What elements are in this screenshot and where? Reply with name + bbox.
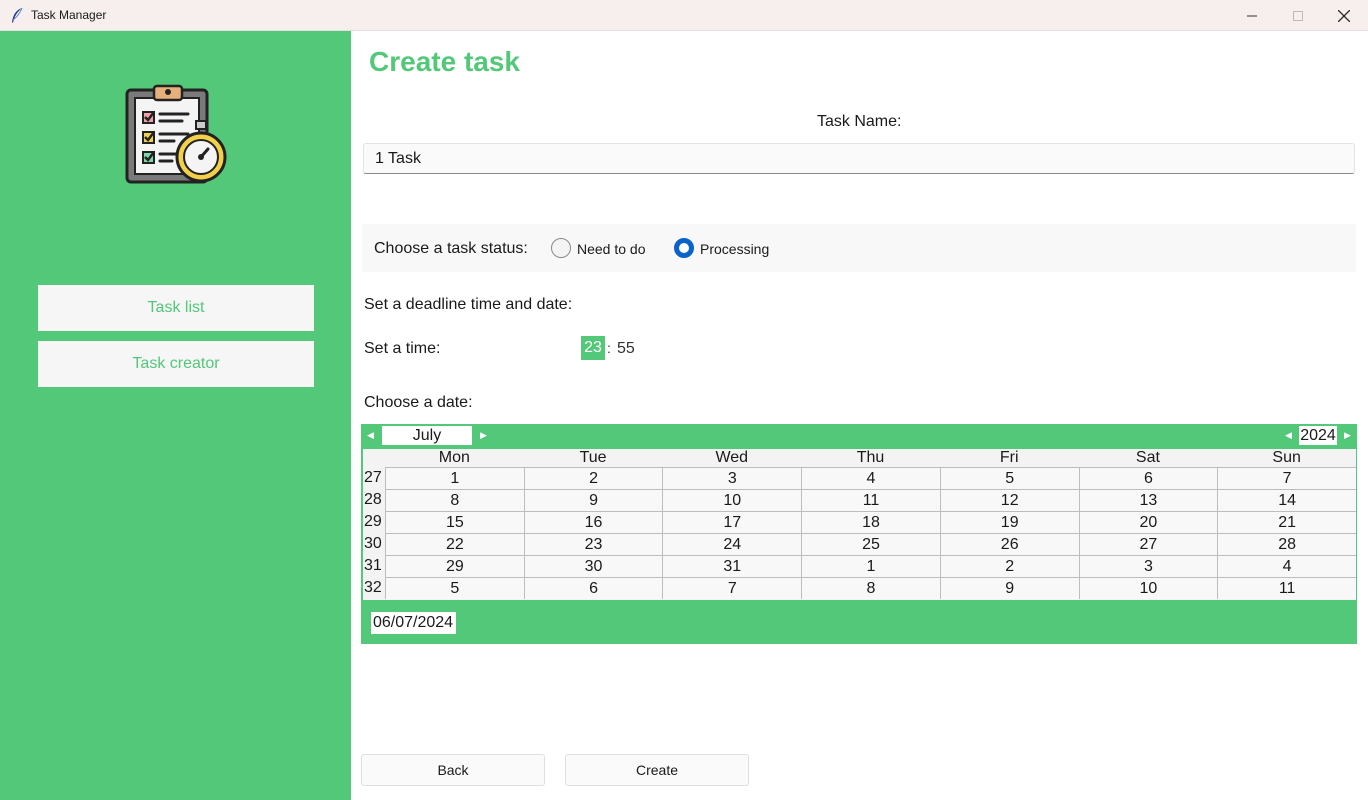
next-month-icon[interactable]: ▶ [480, 431, 487, 440]
calendar-day[interactable]: 24 [662, 533, 802, 555]
calendar-month: July [382, 426, 472, 445]
calendar-day[interactable]: 8 [801, 577, 940, 599]
calendar-day[interactable]: 23 [523, 533, 663, 555]
calendar-day[interactable]: 30 [523, 555, 663, 577]
prev-month-icon[interactable]: ◀ [367, 431, 374, 440]
sidebar-item-task-creator[interactable]: Task creator [38, 341, 314, 387]
calendar-day[interactable]: 5 [385, 577, 524, 599]
calendar-day[interactable]: 4 [1217, 555, 1356, 577]
weekday-header: Tue [523, 449, 663, 467]
calendar-day[interactable]: 5 [939, 467, 1079, 489]
radio-need-to-do[interactable] [551, 238, 571, 258]
calendar-day[interactable]: 2 [939, 555, 1079, 577]
calendar-day[interactable]: 20 [1078, 511, 1218, 533]
page-title: Create task [369, 46, 520, 77]
week-number: 27 [363, 467, 385, 489]
weekday-header: Sun [1217, 449, 1356, 467]
week-number: 28 [363, 489, 385, 511]
calendar-year: 2024 [1299, 426, 1337, 445]
weekday-header: Thu [801, 449, 940, 467]
calendar-day[interactable]: 10 [1078, 577, 1218, 599]
deadline-label: Set a deadline time and date: [364, 296, 573, 313]
title-bar: Task Manager [0, 0, 1368, 31]
calendar-day[interactable]: 8 [385, 489, 524, 511]
calendar-day[interactable]: 15 [385, 511, 524, 533]
calendar-day[interactable]: 10 [662, 489, 802, 511]
task-name-input[interactable] [363, 143, 1355, 174]
minimize-button[interactable] [1229, 0, 1275, 31]
calendar-day[interactable]: 4 [801, 467, 940, 489]
minute-spinbox[interactable]: 55 [617, 340, 635, 358]
calendar-day[interactable]: 6 [1078, 467, 1218, 489]
calendar-day[interactable]: 28 [1217, 533, 1356, 555]
clipboard-checklist-stopwatch-icon [125, 84, 227, 184]
task-name-label: Task Name: [817, 113, 902, 130]
calendar-day[interactable]: 27 [1078, 533, 1218, 555]
calendar-day[interactable]: 25 [801, 533, 940, 555]
calendar-day[interactable]: 1 [385, 467, 524, 489]
calendar-grid: Mon Tue Wed Thu Fri Sat Sun 27 1 2 3 4 5… [363, 449, 1356, 600]
calendar-day[interactable]: 7 [662, 577, 802, 599]
calendar-day[interactable]: 31 [662, 555, 802, 577]
weekday-header: Mon [385, 449, 524, 467]
calendar-day[interactable]: 7 [1217, 467, 1356, 489]
calendar-day[interactable]: 2 [523, 467, 663, 489]
radio-processing[interactable] [674, 238, 694, 258]
week-number: 32 [363, 577, 385, 599]
calendar-day[interactable]: 14 [1217, 489, 1356, 511]
prev-year-icon[interactable]: ◀ [1285, 431, 1292, 440]
radio-label-need-to-do[interactable]: Need to do [577, 241, 646, 257]
calendar-day[interactable]: 9 [939, 577, 1079, 599]
calendar-day[interactable]: 11 [1217, 577, 1356, 599]
feather-app-icon [12, 7, 23, 23]
calendar-day[interactable]: 16 [523, 511, 663, 533]
calendar-day[interactable]: 18 [801, 511, 940, 533]
maximize-icon [1293, 10, 1303, 21]
status-label: Choose a task status: [374, 240, 528, 257]
calendar-day[interactable]: 3 [1078, 555, 1218, 577]
window-title: Task Manager [31, 8, 107, 22]
calendar-day[interactable]: 12 [939, 489, 1079, 511]
calendar-day[interactable]: 6 [523, 577, 663, 599]
hour-spinbox[interactable]: 23 [581, 336, 605, 360]
week-number: 30 [363, 533, 385, 555]
calendar-day[interactable]: 19 [939, 511, 1079, 533]
minimize-icon [1247, 15, 1257, 16]
weekday-header: Fri [939, 449, 1079, 467]
time-label: Set a time: [364, 340, 441, 357]
calendar-day[interactable]: 3 [662, 467, 802, 489]
calendar-day[interactable]: 9 [523, 489, 663, 511]
next-year-icon[interactable]: ▶ [1344, 431, 1351, 440]
calendar-day[interactable]: 26 [939, 533, 1079, 555]
calendar-day[interactable]: 1 [801, 555, 940, 577]
date-label: Choose a date: [364, 394, 473, 411]
sidebar-item-task-list[interactable]: Task list [38, 285, 314, 331]
weekday-header: Wed [662, 449, 802, 467]
week-number: 29 [363, 511, 385, 533]
calendar-day[interactable]: 22 [385, 533, 524, 555]
maximize-button[interactable] [1275, 0, 1321, 31]
calendar-day[interactable]: 11 [801, 489, 940, 511]
selected-date-field[interactable]: 06/07/2024 [371, 612, 456, 634]
calendar-day[interactable]: 29 [385, 555, 524, 577]
time-separator: : [607, 340, 611, 356]
close-button[interactable] [1321, 0, 1367, 31]
week-number: 31 [363, 555, 385, 577]
close-icon [1338, 9, 1350, 22]
calendar-day[interactable]: 13 [1078, 489, 1218, 511]
calendar-day[interactable]: 21 [1217, 511, 1356, 533]
create-button[interactable]: Create [565, 754, 749, 786]
weekday-header: Sat [1078, 449, 1218, 467]
radio-label-processing[interactable]: Processing [700, 241, 769, 257]
weekday-header-corner [363, 449, 385, 467]
calendar-day[interactable]: 17 [662, 511, 802, 533]
back-button[interactable]: Back [361, 754, 545, 786]
